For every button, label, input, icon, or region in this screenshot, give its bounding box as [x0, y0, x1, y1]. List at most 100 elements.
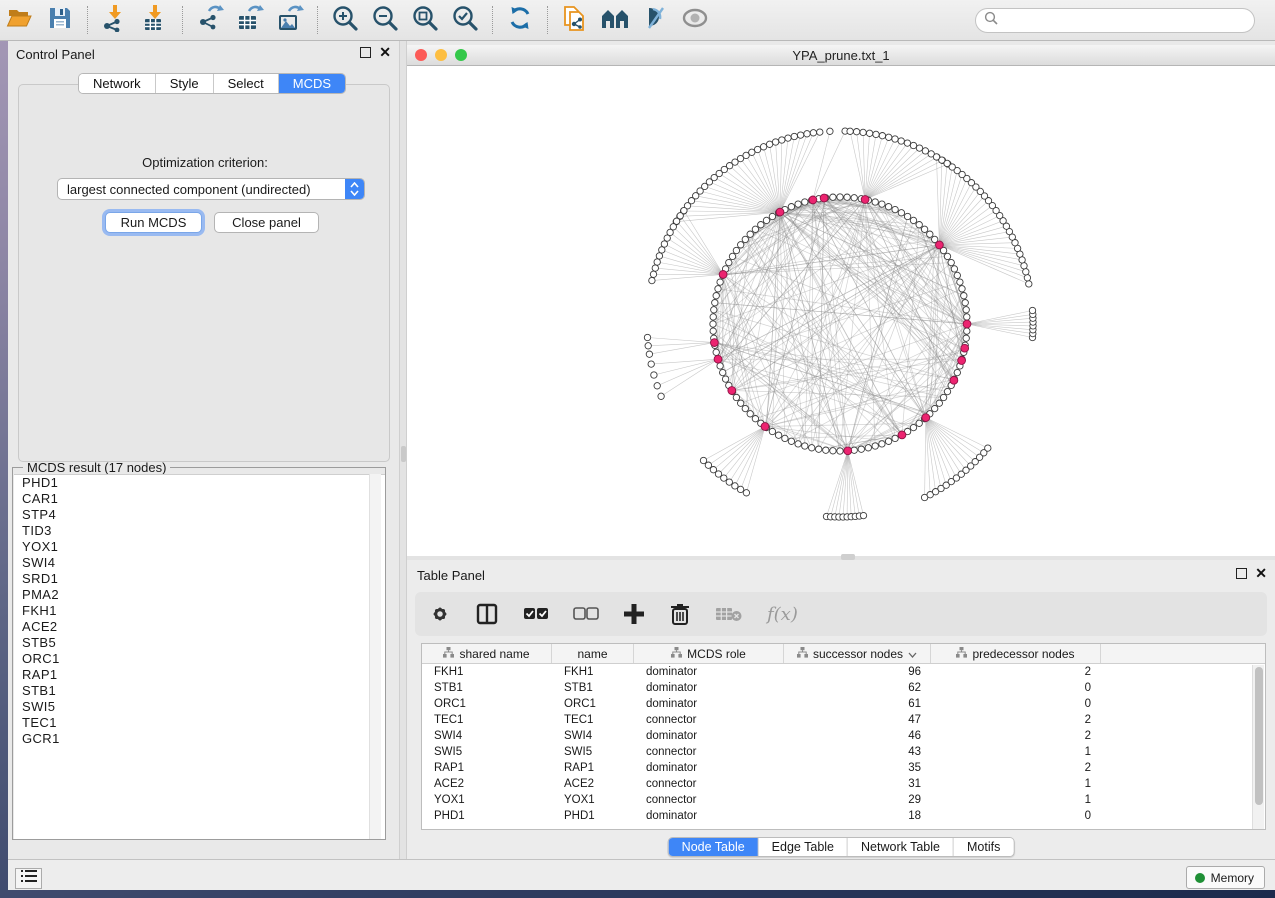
network-node[interactable]	[921, 226, 927, 232]
network-node[interactable]	[769, 428, 775, 434]
tab-network-table[interactable]: Network Table	[848, 838, 954, 856]
network-leaf-node[interactable]	[779, 137, 785, 143]
table-row[interactable]: SWI5SWI5connector431	[422, 744, 1265, 760]
network-leaf-node[interactable]	[817, 129, 823, 135]
network-node[interactable]	[733, 247, 739, 253]
open-session-button[interactable]	[2, 3, 38, 37]
column-header-name[interactable]: name	[552, 644, 634, 663]
network-leaf-node[interactable]	[785, 135, 791, 141]
network-leaf-node[interactable]	[933, 154, 939, 160]
network-node[interactable]	[892, 435, 898, 441]
network-node[interactable]	[830, 448, 836, 454]
tab-motifs[interactable]: Motifs	[954, 838, 1013, 856]
mcds-hub-node[interactable]	[936, 241, 944, 249]
network-leaf-node[interactable]	[743, 490, 749, 496]
network-leaf-node[interactable]	[797, 132, 803, 138]
network-node[interactable]	[763, 217, 769, 223]
network-leaf-node[interactable]	[644, 334, 650, 340]
network-leaf-node[interactable]	[646, 351, 652, 357]
network-node[interactable]	[879, 441, 885, 447]
network-leaf-node[interactable]	[873, 131, 879, 137]
network-node[interactable]	[742, 236, 748, 242]
network-leaf-node[interactable]	[656, 253, 662, 259]
network-leaf-node[interactable]	[760, 144, 766, 150]
search-input[interactable]	[1003, 14, 1246, 28]
network-node[interactable]	[954, 369, 960, 375]
network-leaf-node[interactable]	[1026, 281, 1032, 287]
network-node[interactable]	[904, 213, 910, 219]
zoom-selected-button[interactable]	[447, 3, 483, 37]
mcds-hub-node[interactable]	[820, 194, 828, 202]
network-leaf-node[interactable]	[649, 277, 655, 283]
mcds-hub-node[interactable]	[776, 208, 784, 216]
network-node[interactable]	[802, 199, 808, 205]
network-leaf-node[interactable]	[804, 131, 810, 137]
export-network-button[interactable]	[192, 3, 228, 37]
network-node[interactable]	[963, 335, 969, 341]
zoom-out-button[interactable]	[367, 3, 403, 37]
zoom-fit-button[interactable]	[407, 3, 443, 37]
network-node[interactable]	[752, 226, 758, 232]
network-node[interactable]	[927, 231, 933, 237]
network-node[interactable]	[944, 388, 950, 394]
network-node[interactable]	[710, 321, 716, 327]
network-node[interactable]	[720, 369, 726, 375]
network-node[interactable]	[951, 266, 957, 272]
mcds-hub-node[interactable]	[809, 196, 817, 204]
mcds-result-item[interactable]: ORC1	[14, 651, 385, 667]
network-leaf-node[interactable]	[658, 393, 664, 399]
network-node[interactable]	[713, 349, 719, 355]
mcds-hub-node[interactable]	[958, 357, 966, 365]
network-view-titlebar[interactable]: YPA_prune.txt_1	[407, 45, 1275, 66]
mcds-result-list[interactable]: PHD1CAR1STP4TID3YOX1SWI4SRD1PMA2FKH1ACE2…	[14, 474, 385, 839]
network-leaf-node[interactable]	[910, 142, 916, 148]
close-panel-icon[interactable]: ✕	[379, 47, 391, 58]
network-node[interactable]	[710, 314, 716, 320]
network-node[interactable]	[872, 199, 878, 205]
tab-edge-table[interactable]: Edge Table	[759, 838, 848, 856]
network-node[interactable]	[788, 204, 794, 210]
network-leaf-node[interactable]	[652, 265, 658, 271]
refresh-layout-button[interactable]	[502, 3, 538, 37]
mcds-hub-node[interactable]	[761, 423, 769, 431]
mcds-result-item[interactable]: STB5	[14, 635, 385, 651]
network-leaf-node[interactable]	[847, 128, 853, 134]
network-leaf-node[interactable]	[654, 259, 660, 265]
network-node[interactable]	[916, 222, 922, 228]
column-header-predecessor-nodes[interactable]: predecessor nodes	[931, 644, 1101, 663]
network-leaf-node[interactable]	[654, 383, 660, 389]
import-table-button[interactable]	[137, 3, 173, 37]
network-leaf-node[interactable]	[886, 134, 892, 140]
network-node[interactable]	[962, 300, 968, 306]
save-session-button[interactable]	[42, 3, 78, 37]
mcds-result-item[interactable]: SWI4	[14, 555, 385, 571]
network-node[interactable]	[892, 206, 898, 212]
mcds-hub-node[interactable]	[961, 344, 969, 352]
table-row[interactable]: FKH1FKH1dominator962	[422, 664, 1265, 680]
node-table-scrollbar-thumb[interactable]	[1255, 667, 1263, 805]
network-node[interactable]	[788, 438, 794, 444]
mcds-result-item[interactable]: TEC1	[14, 715, 385, 731]
network-leaf-node[interactable]	[879, 133, 885, 139]
network-leaf-node[interactable]	[732, 483, 738, 489]
mcds-hub-node[interactable]	[728, 387, 736, 395]
network-leaf-node[interactable]	[661, 241, 667, 247]
network-node[interactable]	[885, 204, 891, 210]
first-neighbors-button[interactable]	[597, 3, 633, 37]
table-row[interactable]: PHD1PHD1dominator180	[422, 808, 1265, 824]
mcds-hub-node[interactable]	[861, 196, 869, 204]
mcds-hub-node[interactable]	[898, 431, 906, 439]
network-node[interactable]	[752, 416, 758, 422]
network-node[interactable]	[711, 307, 717, 313]
show-all-button[interactable]	[677, 3, 713, 37]
mcds-hub-node[interactable]	[711, 339, 719, 347]
network-leaf-node[interactable]	[651, 372, 657, 378]
network-node[interactable]	[769, 213, 775, 219]
network-leaf-node[interactable]	[866, 130, 872, 136]
network-node[interactable]	[940, 394, 946, 400]
network-node[interactable]	[775, 432, 781, 438]
mcds-result-item[interactable]: ACE2	[14, 619, 385, 635]
network-leaf-node[interactable]	[659, 247, 665, 253]
network-leaf-node[interactable]	[860, 129, 866, 135]
network-leaf-node[interactable]	[922, 148, 928, 154]
